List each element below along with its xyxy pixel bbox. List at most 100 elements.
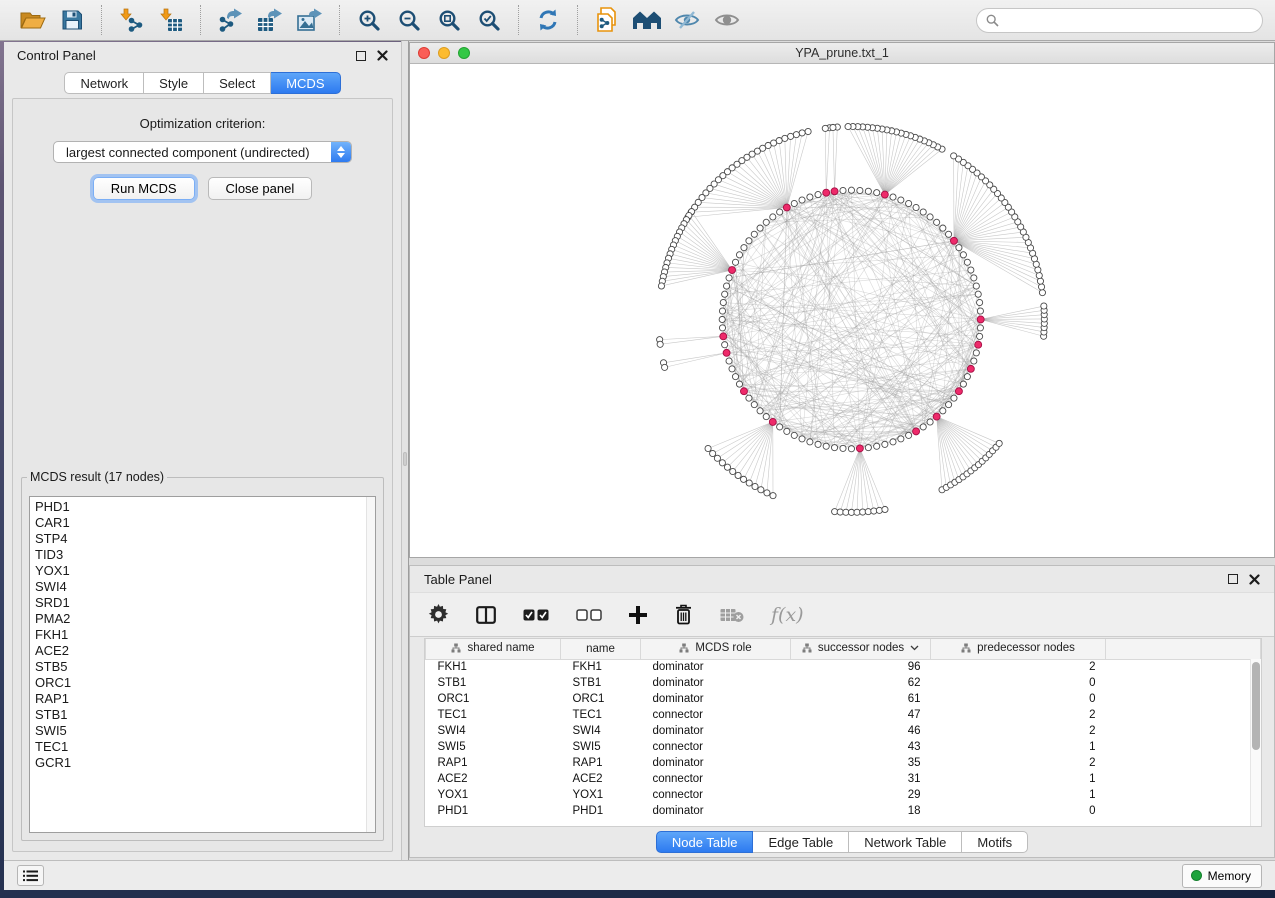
- column-header-shared-name[interactable]: shared name: [426, 639, 561, 659]
- export-network-icon: [217, 8, 243, 32]
- export-image-button[interactable]: [290, 3, 330, 37]
- function-builder-button[interactable]: f(x): [771, 600, 804, 630]
- column-header-name[interactable]: name: [561, 639, 641, 659]
- split-divider-grip[interactable]: [403, 452, 407, 466]
- memory-button[interactable]: Memory: [1182, 864, 1262, 888]
- zoom-in-button[interactable]: [349, 3, 389, 37]
- table-cell: 0: [931, 675, 1106, 691]
- table-cell: 31: [791, 771, 931, 787]
- mcds-result-item[interactable]: STB1: [35, 707, 375, 723]
- control-tab-mcds[interactable]: MCDS: [271, 72, 340, 94]
- mcds-result-item[interactable]: ORC1: [35, 675, 375, 691]
- task-history-button[interactable]: [17, 865, 44, 886]
- delete-row-button[interactable]: [674, 600, 693, 630]
- control-tab-network[interactable]: Network: [64, 72, 144, 94]
- table-scrollbar[interactable]: [1250, 659, 1261, 826]
- table-cell: 18: [791, 803, 931, 819]
- mcds-result-item[interactable]: GCR1: [35, 755, 375, 771]
- table-row[interactable]: TEC1TEC1connector472: [426, 707, 1261, 723]
- add-row-button[interactable]: [629, 600, 647, 630]
- node-table-header[interactable]: shared namenameMCDS rolesuccessor nodesp…: [426, 639, 1261, 659]
- close-panel-button[interactable]: Close panel: [208, 177, 313, 200]
- table-row[interactable]: SWI5SWI5connector431: [426, 739, 1261, 755]
- table-tab-motifs[interactable]: Motifs: [962, 831, 1028, 853]
- mcds-result-item[interactable]: SWI5: [35, 723, 375, 739]
- mcds-result-item[interactable]: TEC1: [35, 739, 375, 755]
- delete-table-button[interactable]: [720, 600, 744, 630]
- mcds-result-item[interactable]: CAR1: [35, 515, 375, 531]
- table-row[interactable]: PHD1PHD1dominator180: [426, 803, 1261, 819]
- import-network-button[interactable]: [111, 3, 151, 37]
- mcds-list-scrollbar[interactable]: [366, 497, 375, 832]
- zoom-out-button[interactable]: [389, 3, 429, 37]
- optimization-criterion-label: Optimization criterion:: [13, 116, 392, 131]
- table-row[interactable]: STB1STB1dominator620: [426, 675, 1261, 691]
- optimization-criterion-select[interactable]: largest connected component (undirected): [53, 141, 352, 163]
- table-row[interactable]: SWI4SWI4dominator462: [426, 723, 1261, 739]
- table-row[interactable]: YOX1YOX1connector291: [426, 787, 1261, 803]
- control-panel-header: Control Panel: [4, 42, 401, 69]
- hide-selected-button[interactable]: [667, 3, 707, 37]
- table-row[interactable]: ORC1ORC1dominator610: [426, 691, 1261, 707]
- network-window: YPA_prune.txt_1: [409, 42, 1275, 558]
- table-scrollbar-thumb[interactable]: [1252, 662, 1260, 750]
- export-table-button[interactable]: [250, 3, 290, 37]
- table-tab-node-table[interactable]: Node Table: [656, 831, 754, 853]
- table-row[interactable]: RAP1RAP1dominator352: [426, 755, 1261, 771]
- network-canvas[interactable]: [410, 64, 1274, 557]
- mcds-result-item[interactable]: FKH1: [35, 627, 375, 643]
- mcds-result-item[interactable]: ACE2: [35, 643, 375, 659]
- column-header-predecessor-nodes[interactable]: predecessor nodes: [931, 639, 1106, 659]
- toolbar-separator: [577, 5, 578, 35]
- float-panel-icon[interactable]: [356, 51, 366, 61]
- save-session-button[interactable]: [52, 3, 92, 37]
- mcds-result-item[interactable]: SWI4: [35, 579, 375, 595]
- app-window: Control Panel NetworkStyleSelectMCDS Opt…: [0, 0, 1275, 890]
- zoom-fit-button[interactable]: [429, 3, 469, 37]
- table-cell: 46: [791, 723, 931, 739]
- column-header-mcds-role[interactable]: MCDS role: [641, 639, 791, 659]
- close-panel-icon[interactable]: [1249, 574, 1260, 585]
- search-input[interactable]: [1004, 13, 1253, 27]
- clone-network-button[interactable]: [587, 3, 627, 37]
- table-cell: connector: [641, 707, 791, 723]
- control-tab-select[interactable]: Select: [204, 72, 271, 94]
- table-tab-network-table[interactable]: Network Table: [849, 831, 962, 853]
- table-cell: 96: [791, 659, 931, 675]
- split-divider[interactable]: [401, 41, 409, 860]
- control-tab-style[interactable]: Style: [144, 72, 204, 94]
- table-settings-button[interactable]: [428, 600, 449, 630]
- run-mcds-button[interactable]: Run MCDS: [93, 177, 195, 200]
- import-table-button[interactable]: [151, 3, 191, 37]
- float-panel-icon[interactable]: [1228, 574, 1238, 584]
- mcds-result-item[interactable]: PHD1: [35, 499, 375, 515]
- network-graph[interactable]: [410, 64, 1274, 557]
- table-row[interactable]: FKH1FKH1dominator962: [426, 659, 1261, 675]
- select-all-button[interactable]: [523, 600, 549, 630]
- table-row[interactable]: ACE2ACE2connector311: [426, 771, 1261, 787]
- mcds-result-item[interactable]: STP4: [35, 531, 375, 547]
- mcds-result-item[interactable]: TID3: [35, 547, 375, 563]
- mcds-result-item[interactable]: PMA2: [35, 611, 375, 627]
- node-table[interactable]: shared namenameMCDS rolesuccessor nodesp…: [424, 638, 1262, 827]
- deselect-all-button[interactable]: [576, 600, 602, 630]
- export-network-button[interactable]: [210, 3, 250, 37]
- mcds-result-item[interactable]: RAP1: [35, 691, 375, 707]
- first-neighbors-button[interactable]: [627, 3, 667, 37]
- mcds-result-item[interactable]: YOX1: [35, 563, 375, 579]
- close-panel-icon[interactable]: [377, 50, 388, 61]
- table-cell: dominator: [641, 675, 791, 691]
- open-file-button[interactable]: [12, 3, 52, 37]
- refresh-button[interactable]: [528, 3, 568, 37]
- column-header-successor-nodes[interactable]: successor nodes: [791, 639, 931, 659]
- zoom-selected-button[interactable]: [469, 3, 509, 37]
- mcds-result-item[interactable]: SRD1: [35, 595, 375, 611]
- search-box[interactable]: [976, 8, 1263, 33]
- table-tab-edge-table[interactable]: Edge Table: [753, 831, 849, 853]
- table-cell: YOX1: [426, 787, 561, 803]
- show-all-button[interactable]: [707, 3, 747, 37]
- show-columns-button[interactable]: [476, 600, 496, 630]
- mcds-result-item[interactable]: STB5: [35, 659, 375, 675]
- network-window-titlebar[interactable]: YPA_prune.txt_1: [410, 43, 1274, 64]
- mcds-result-list[interactable]: PHD1CAR1STP4TID3YOX1SWI4SRD1PMA2FKH1ACE2…: [29, 496, 376, 833]
